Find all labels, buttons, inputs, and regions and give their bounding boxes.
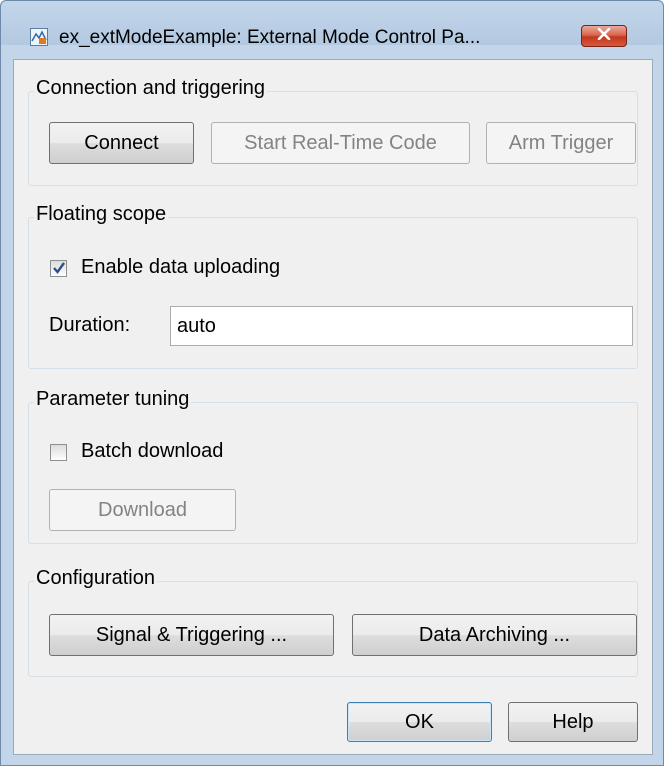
floating-scope-group-title: Floating scope [34,203,169,226]
duration-field[interactable] [170,306,633,346]
signal-triggering-button[interactable]: Signal & Triggering ... [49,614,334,656]
arm-trigger-button[interactable]: Arm Trigger [486,122,636,164]
connect-button[interactable]: Connect [49,122,194,164]
batch-download-label[interactable]: Batch download [81,440,223,463]
batch-download-checkbox[interactable] [50,444,67,461]
simulink-model-icon [30,28,48,46]
enable-data-uploading-label[interactable]: Enable data uploading [81,256,280,279]
download-button[interactable]: Download [49,489,236,531]
help-button[interactable]: Help [508,702,638,742]
window-title: ex_extModeExample: External Mode Control… [59,27,481,48]
configuration-group-title: Configuration [34,567,157,590]
data-archiving-button[interactable]: Data Archiving ... [352,614,637,656]
connection-group-title: Connection and triggering [34,77,268,100]
checkmark-icon [52,261,66,280]
parameter-tuning-group-title: Parameter tuning [34,388,192,411]
start-real-time-code-button[interactable]: Start Real-Time Code [211,122,470,164]
dialog-body: Connection and triggering Connect Start … [13,59,653,755]
floating-scope-group [28,217,638,369]
title-bar[interactable]: ex_extModeExample: External Mode Control… [1,1,663,48]
close-icon [597,27,611,45]
close-button[interactable] [581,25,627,47]
duration-label: Duration: [49,314,131,336]
ok-button[interactable]: OK [347,702,492,742]
enable-data-uploading-checkbox[interactable] [50,260,67,277]
dialog-window: ex_extModeExample: External Mode Control… [0,0,664,766]
